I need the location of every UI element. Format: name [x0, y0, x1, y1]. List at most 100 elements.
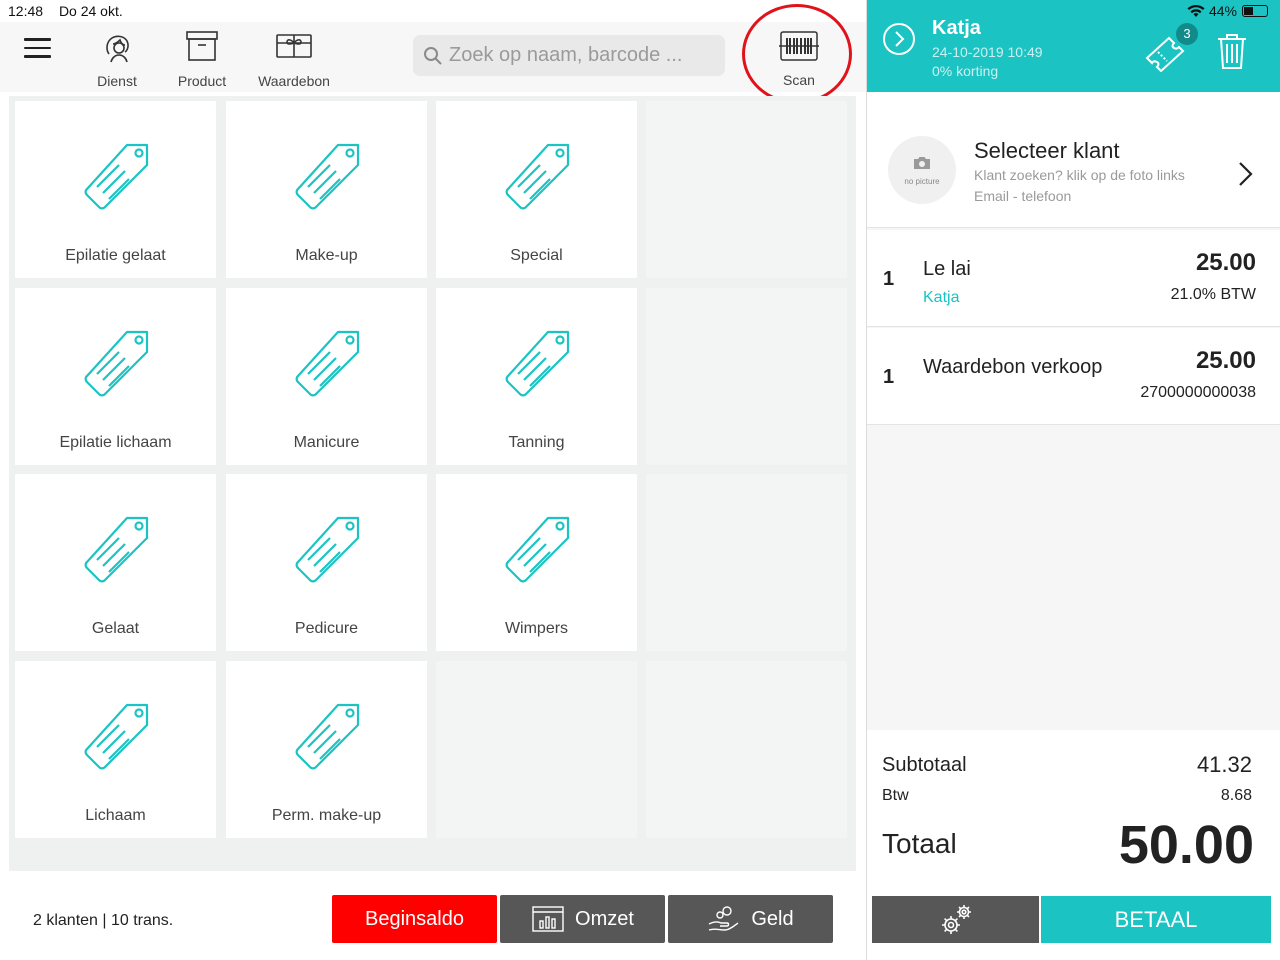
- category-label: Perm. make-up: [271, 807, 382, 824]
- price-tag-icon: [505, 330, 570, 397]
- scan-label: Scan: [783, 72, 815, 88]
- price-tag-icon: [295, 330, 360, 397]
- pay-button[interactable]: BETAAL: [1041, 896, 1271, 943]
- order-line[interactable]: 1 Waardebon verkoop 25.00 2700000000038: [867, 328, 1280, 425]
- status-date: Do 24 okt.: [58, 3, 123, 19]
- category-tile[interactable]: Pedicure: [226, 474, 427, 651]
- category-tile[interactable]: Manicure: [226, 288, 427, 465]
- empty-tile: [646, 288, 847, 465]
- price-tag-icon: [295, 703, 360, 770]
- chevron-circle-icon[interactable]: [882, 22, 916, 56]
- subtotal-label: Subtotaal: [882, 754, 967, 776]
- category-label: Epilatie gelaat: [65, 247, 166, 264]
- box-icon: [186, 31, 218, 61]
- customer-subtext: Email - telefoon: [974, 188, 1072, 204]
- line-price: 25.00: [1195, 249, 1256, 276]
- gears-icon: [941, 904, 971, 934]
- waardebon-label: Waardebon: [258, 73, 330, 89]
- price-tag-icon: [505, 143, 570, 210]
- battery-percent: 44%: [1208, 3, 1237, 19]
- geld-button[interactable]: Geld: [668, 895, 833, 943]
- select-customer-row[interactable]: no picture Selecteer klant Klant zoeken?…: [867, 92, 1280, 228]
- barcode-icon: [779, 31, 819, 61]
- order-footer: BETAAL: [867, 885, 1280, 960]
- category-tile[interactable]: Epilatie gelaat: [15, 101, 216, 278]
- dienst-label: Dienst: [97, 73, 137, 89]
- category-label: Gelaat: [91, 620, 140, 637]
- customer-title: Selecteer klant: [974, 138, 1120, 163]
- line-employee: Katja: [923, 289, 960, 306]
- category-tile[interactable]: Gelaat: [15, 474, 216, 651]
- product-button[interactable]: Product: [172, 26, 232, 89]
- gift-card-icon: [276, 34, 312, 58]
- wifi-icon: [1187, 4, 1205, 17]
- stats-text: 2 klanten | 10 trans.: [33, 912, 174, 929]
- category-grid: Epilatie gelaat Make-up Special Epilatie li…: [9, 96, 856, 871]
- search-input[interactable]: [449, 35, 719, 76]
- category-tile[interactable]: Perm. make-up: [226, 661, 427, 838]
- line-barcode: 2700000000038: [1140, 384, 1256, 401]
- order-header: 44% Katja 24-10-2019 10:49 0% korting 3: [867, 0, 1280, 92]
- category-tile[interactable]: Wimpers: [436, 474, 637, 651]
- category-label: Lichaam: [85, 807, 146, 824]
- beginsaldo-button[interactable]: Beginsaldo: [332, 895, 497, 943]
- price-tag-icon: [295, 516, 360, 583]
- order-datetime: 24-10-2019 10:49: [932, 44, 1043, 60]
- search-box[interactable]: [413, 35, 725, 76]
- category-label: Pedicure: [294, 620, 359, 637]
- category-label: Wimpers: [504, 620, 569, 637]
- employee-name: Katja: [932, 17, 981, 39]
- order-panel: 44% Katja 24-10-2019 10:49 0% korting 3 …: [867, 0, 1280, 960]
- category-tile[interactable]: Lichaam: [15, 661, 216, 838]
- geld-label: Geld: [751, 907, 794, 930]
- order-line[interactable]: 1 Le lai Katja 25.00 21.0% BTW: [867, 230, 1280, 327]
- category-tile[interactable]: Tanning: [436, 288, 637, 465]
- price-tag-icon: [84, 330, 149, 397]
- product-label: Product: [177, 73, 227, 89]
- btw-label: Btw: [882, 787, 909, 804]
- settings-button[interactable]: [872, 896, 1039, 943]
- trash-icon[interactable]: [1216, 32, 1248, 70]
- customer-avatar[interactable]: no picture: [888, 136, 956, 204]
- money-hand-icon: [709, 906, 739, 931]
- category-label: Special: [510, 247, 563, 264]
- chart-icon: [532, 906, 564, 932]
- camera-icon: [914, 157, 930, 169]
- category-tile[interactable]: Special: [436, 101, 637, 278]
- search-icon: [424, 47, 442, 65]
- line-title: Waardebon verkoop: [923, 356, 1103, 378]
- customer-hint: Klant zoeken? klik op de foto links: [974, 167, 1185, 183]
- line-quantity: 1: [883, 366, 895, 388]
- category-tile[interactable]: Epilatie lichaam: [15, 288, 216, 465]
- category-label: Manicure: [293, 434, 360, 451]
- voucher-count-badge: 3: [1176, 23, 1198, 45]
- left-footer: 2 klanten | 10 trans. Beginsaldo Omzet G…: [0, 871, 866, 960]
- hair-person-icon: [106, 35, 129, 63]
- total-label: Totaal: [882, 828, 957, 859]
- pay-label: BETAAL: [1114, 906, 1198, 932]
- btw-value: 8.68: [1220, 787, 1252, 804]
- empty-tile: [646, 474, 847, 651]
- dienst-button[interactable]: Dienst: [92, 26, 142, 89]
- category-label: Make-up: [295, 247, 358, 264]
- category-tile[interactable]: Make-up: [226, 101, 427, 278]
- toolbar: Dienst Product Waardebon Zoek op naam, b…: [0, 22, 866, 92]
- category-label: Tanning: [508, 434, 565, 451]
- price-tag-icon: [84, 703, 149, 770]
- line-vat: 21.0% BTW: [1170, 286, 1256, 303]
- product-panel: 12:48 Do 24 okt. Dienst Product Waardebo…: [0, 0, 866, 960]
- subtotal-value: 41.32: [1196, 752, 1252, 777]
- waardebon-button[interactable]: Waardebon: [254, 26, 334, 89]
- status-bar: 12:48 Do 24 okt.: [8, 3, 135, 19]
- empty-tile: [646, 661, 847, 838]
- totals-section: Subtotaal 41.32 Btw 8.68 Totaal 50.00: [867, 730, 1280, 885]
- hamburger-icon[interactable]: [24, 38, 51, 60]
- order-discount[interactable]: 0% korting: [932, 63, 998, 79]
- total-value: 50.00: [1118, 815, 1254, 875]
- scan-button[interactable]: Scan: [772, 28, 826, 88]
- omzet-label: Omzet: [575, 907, 634, 930]
- omzet-button[interactable]: Omzet: [500, 895, 665, 943]
- line-price: 25.00: [1195, 347, 1256, 374]
- price-tag-icon: [505, 516, 570, 583]
- status-time: 12:48: [8, 3, 44, 19]
